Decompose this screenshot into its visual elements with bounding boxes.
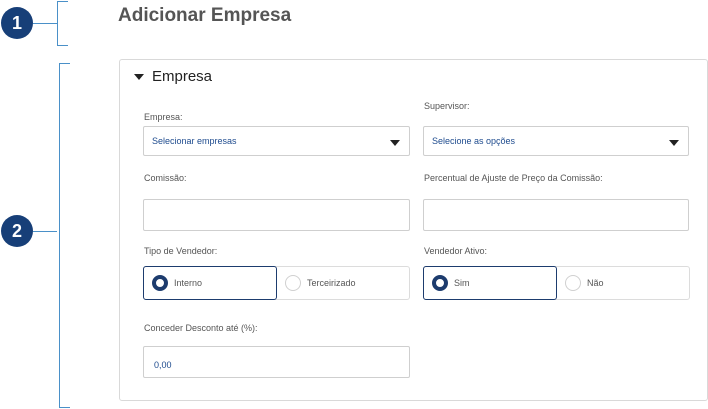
bracket-2 [59, 63, 70, 408]
radio-interno-label: Interno [174, 278, 203, 288]
supervisor-label: Supervisor: [424, 101, 470, 111]
empresa-select-value: Selecionar empresas [152, 136, 237, 146]
chevron-down-icon [390, 140, 400, 146]
desconto-value: 0,00 [154, 360, 172, 370]
section-title: Empresa [152, 68, 213, 85]
comissao-input[interactable] [143, 199, 410, 231]
vendedor-ativo-label: Vendedor Ativo: [424, 246, 488, 256]
step-marker-2: 2 [1, 215, 33, 247]
comissao-label: Comissão: [144, 173, 187, 183]
supervisor-select-value: Selecione as opções [432, 136, 516, 146]
percentual-input[interactable] [423, 199, 689, 231]
supervisor-select[interactable]: Selecione as opções [423, 126, 689, 156]
percentual-label: Percentual de Ajuste de Preço da Comissã… [424, 173, 603, 183]
page-title: Adicionar Empresa [118, 5, 292, 26]
radio-sim-label: Sim [454, 278, 470, 288]
empresa-label: Empresa: [144, 112, 183, 122]
step-marker-1: 1 [1, 7, 33, 39]
radio-interno[interactable]: Interno [143, 266, 277, 300]
radio-unchecked-icon [565, 275, 581, 291]
marker-2-connector [33, 231, 57, 232]
chevron-down-icon [669, 140, 679, 146]
tipo-vendedor-label: Tipo de Vendedor: [144, 246, 218, 256]
desconto-label: Conceder Desconto até (%): [144, 323, 258, 333]
radio-nao-label: Não [587, 278, 604, 288]
bracket-1 [57, 1, 68, 46]
radio-unchecked-icon [285, 275, 301, 291]
marker-1-connector [33, 23, 57, 24]
empresa-select[interactable]: Selecionar empresas [143, 126, 410, 156]
desconto-input[interactable]: 0,00 [143, 346, 410, 378]
radio-checked-icon [152, 275, 168, 291]
empresa-panel: Empresa Empresa: Selecionar empresas Sup… [119, 59, 708, 401]
radio-nao[interactable]: Não [557, 266, 690, 300]
tipo-vendedor-radio-group: Interno Terceirizado [143, 266, 410, 300]
radio-checked-icon [432, 275, 448, 291]
radio-terceirizado[interactable]: Terceirizado [277, 266, 410, 300]
vendedor-ativo-radio-group: Sim Não [423, 266, 690, 300]
section-toggle[interactable]: Empresa [134, 68, 212, 85]
caret-down-icon [134, 73, 144, 80]
radio-terceirizado-label: Terceirizado [307, 278, 356, 288]
radio-sim[interactable]: Sim [423, 266, 557, 300]
